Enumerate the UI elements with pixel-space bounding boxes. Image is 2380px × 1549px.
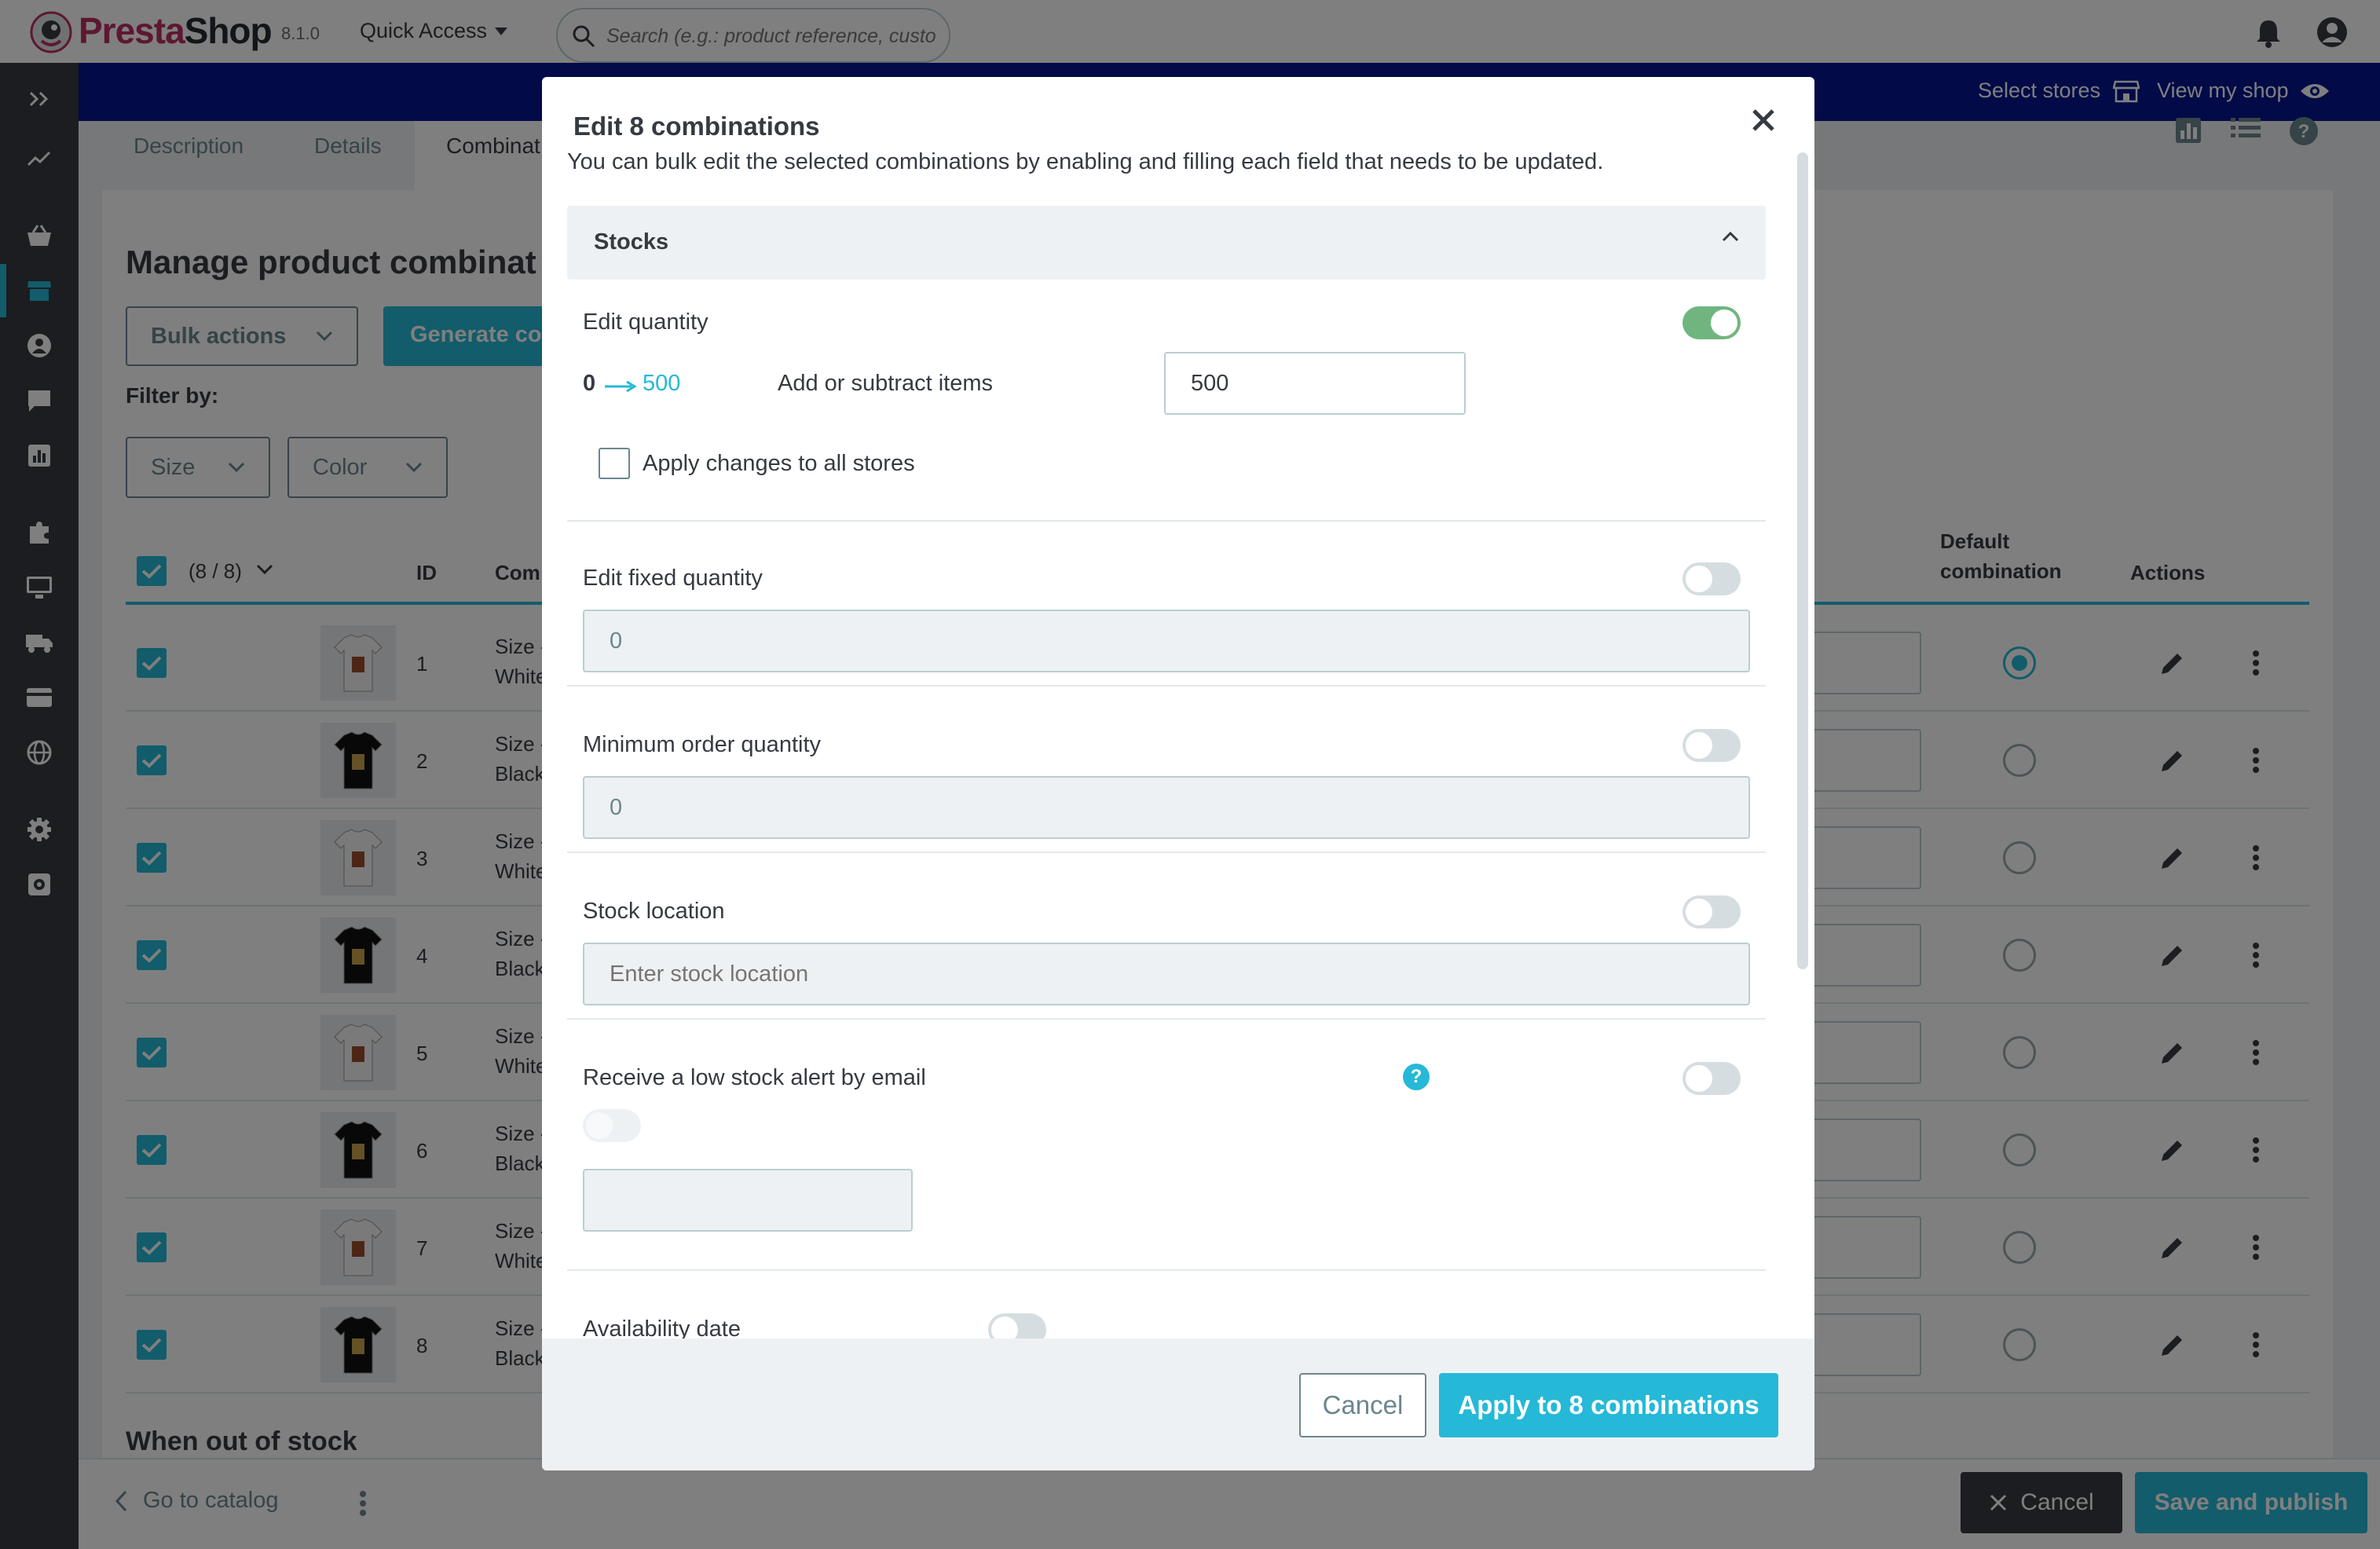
fixed-quantity-toggle[interactable]: [1682, 562, 1741, 595]
fixed-quantity-input[interactable]: [583, 610, 1750, 672]
modal-description: You can bulk edit the selected combinati…: [567, 149, 1604, 174]
edit-combinations-modal: Edit 8 combinations You can bulk edit th…: [542, 77, 1814, 1470]
help-icon[interactable]: ?: [1403, 1064, 1430, 1090]
minimum-order-label: Minimum order quantity: [583, 732, 821, 757]
chevron-up-icon: [1722, 231, 1739, 242]
arrow-right-icon: [605, 380, 636, 393]
modal-cancel-button[interactable]: Cancel: [1299, 1373, 1426, 1437]
divider: [567, 685, 1766, 687]
quantity-delta-label: Add or subtract items: [778, 371, 993, 396]
close-icon[interactable]: [1750, 107, 1777, 134]
low-stock-alert-toggle[interactable]: [1682, 1062, 1741, 1095]
divider: [567, 1018, 1766, 1020]
stock-location-label: Stock location: [583, 899, 725, 924]
quantity-delta-input[interactable]: [1164, 352, 1466, 415]
quantity-from: 0: [583, 371, 596, 396]
edit-quantity-label: Edit quantity: [583, 309, 709, 335]
low-stock-email-toggle[interactable]: [583, 1109, 641, 1142]
quantity-to: 500: [643, 371, 681, 396]
minimum-order-input[interactable]: [583, 776, 1750, 839]
apply-all-stores-checkbox[interactable]: [599, 448, 630, 479]
minimum-order-toggle[interactable]: [1682, 729, 1741, 762]
low-stock-threshold-input[interactable]: [583, 1169, 913, 1232]
stock-location-toggle[interactable]: [1682, 895, 1741, 928]
low-stock-alert-label: Receive a low stock alert by email: [583, 1065, 926, 1090]
divider: [567, 520, 1766, 522]
modal-title: Edit 8 combinations: [573, 112, 820, 141]
apply-combinations-button[interactable]: Apply to 8 combinations: [1439, 1373, 1778, 1437]
stock-location-input[interactable]: [583, 943, 1750, 1005]
apply-all-stores-label: Apply changes to all stores: [643, 451, 915, 476]
fixed-quantity-label: Edit fixed quantity: [583, 566, 763, 591]
stocks-section-header[interactable]: Stocks: [567, 206, 1766, 280]
divider: [567, 851, 1766, 853]
stocks-section-title: Stocks: [594, 229, 669, 255]
edit-quantity-toggle[interactable]: [1682, 306, 1741, 339]
divider: [567, 1269, 1766, 1271]
